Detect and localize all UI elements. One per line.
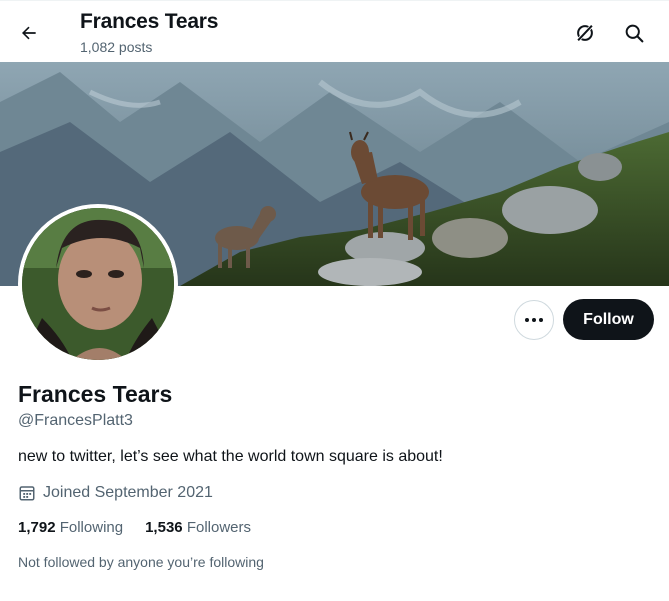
- back-button[interactable]: [12, 16, 46, 50]
- display-name: Frances Tears: [18, 381, 173, 407]
- user-handle: @FrancesPlatt3: [18, 412, 133, 429]
- search-button[interactable]: [617, 16, 651, 50]
- follow-button[interactable]: Follow: [563, 299, 654, 340]
- post-count: 1,082 posts: [80, 39, 153, 55]
- follow-stats: 1,792 Following 1,536 Followers: [18, 519, 273, 536]
- grok-button[interactable]: [568, 16, 602, 50]
- following-link[interactable]: 1,792 Following: [18, 519, 123, 536]
- followers-count: 1,536: [145, 519, 183, 536]
- avatar[interactable]: [18, 204, 178, 364]
- bio: new to twitter, let’s see what the world…: [18, 448, 443, 465]
- following-count: 1,792: [18, 519, 56, 536]
- grok-icon: [576, 23, 594, 43]
- back-arrow-icon: [22, 26, 36, 40]
- avatar-image: [22, 208, 174, 360]
- following-label: Following: [59, 519, 124, 536]
- more-dots-icon: [525, 318, 543, 322]
- followers-link[interactable]: 1,536 Followers: [145, 519, 251, 536]
- calendar-icon: [19, 486, 35, 501]
- joined-text: Joined September 2021: [43, 484, 213, 501]
- top-bar: Frances Tears 1,082 posts: [0, 0, 669, 62]
- joined-date: Joined September 2021: [18, 484, 213, 502]
- not-followed-note: Not followed by anyone you’re following: [18, 554, 264, 570]
- search-icon: [625, 24, 643, 42]
- followers-label: Followers: [186, 519, 251, 536]
- header-name: Frances Tears: [80, 10, 219, 33]
- more-button[interactable]: [514, 300, 554, 340]
